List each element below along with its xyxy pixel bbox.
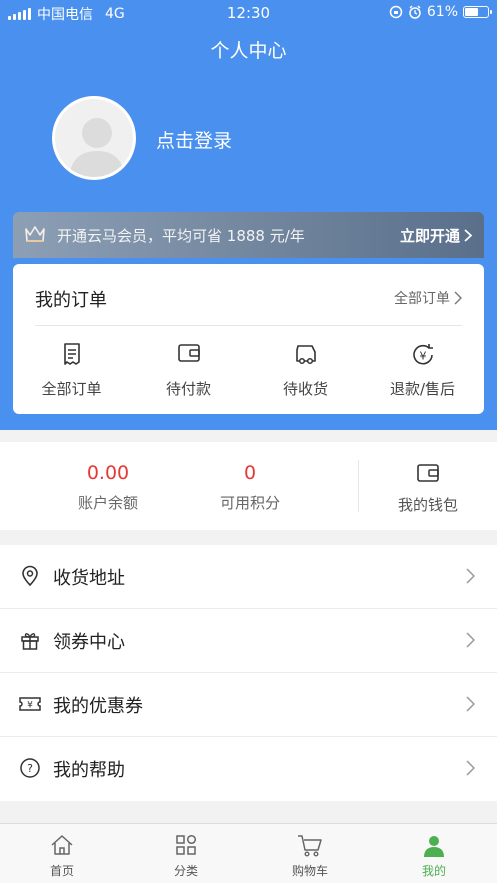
wallet-icon: [177, 344, 200, 362]
menu-list: 收货地址 领券中心 ¥ 我的优惠券 ? 我的帮助: [0, 545, 497, 801]
menu-item-help[interactable]: ? 我的帮助: [0, 737, 497, 801]
refund-icon: ¥: [412, 344, 433, 365]
order-pending-receipt-label: 待收货: [282, 380, 328, 398]
tab-label: 我的: [421, 864, 446, 878]
chevron-right-icon: [466, 568, 475, 584]
cart-icon: [298, 835, 322, 857]
help-icon: ?: [20, 758, 40, 778]
coupon-icon: ¥: [19, 697, 41, 711]
crown-icon: [25, 226, 45, 242]
vip-activate-label: 立即开通: [399, 227, 460, 245]
available-points[interactable]: 0 可用积分: [190, 462, 310, 513]
login-link[interactable]: 点击登录: [156, 126, 232, 153]
order-all[interactable]: 全部订单: [13, 342, 130, 399]
menu-item-coupon-center[interactable]: 领券中心: [0, 609, 497, 673]
truck-icon: [295, 345, 316, 365]
tab-label: 首页: [49, 864, 74, 878]
account-balance[interactable]: 0.00 账户余额: [48, 462, 168, 513]
gift-icon: [21, 633, 39, 650]
balance-label: 账户余额: [77, 494, 138, 512]
tab-label: 购物车: [291, 864, 328, 878]
divider: [358, 460, 359, 512]
tab-category[interactable]: 分类: [124, 834, 248, 879]
vip-promo-text: 开通云马会员，平均可省 1888 元/年: [57, 227, 305, 245]
menu-item-label: 领券中心: [53, 632, 125, 653]
page-title: 个人中心: [210, 40, 287, 62]
points-value: 0: [243, 462, 257, 484]
tab-home[interactable]: 首页: [0, 834, 124, 879]
orientation-lock-icon: [389, 5, 403, 19]
menu-item-label: 我的优惠券: [53, 696, 143, 717]
order-pending-payment[interactable]: 待付款: [130, 342, 247, 399]
svg-text:¥: ¥: [27, 701, 33, 711]
alarm-icon: [409, 5, 421, 19]
order-all-label: 全部订单: [41, 380, 102, 398]
wallet-icon: [417, 464, 439, 482]
status-bar: 中国电信 4G 12:30 61%: [0, 0, 497, 26]
chevron-right-icon: [454, 291, 462, 305]
battery-icon: [463, 6, 492, 18]
category-icon: [176, 834, 197, 855]
menu-item-label: 收货地址: [53, 568, 125, 589]
location-pin-icon: [22, 565, 38, 587]
chevron-right-icon: [466, 760, 475, 776]
svg-text:?: ?: [27, 762, 33, 775]
chevron-right-icon: [466, 696, 475, 712]
battery-percent: 61%: [426, 4, 458, 20]
tab-mine[interactable]: 我的: [372, 834, 496, 879]
orders-card: 我的订单 全部订单 全部订单 待付款 待收货 ¥ 退款/售后: [13, 264, 484, 414]
order-refund-label: 退款/售后: [389, 380, 456, 398]
wallet-label: 我的钱包: [397, 496, 458, 514]
order-refund[interactable]: ¥ 退款/售后: [364, 342, 481, 399]
my-wallet[interactable]: 我的钱包: [368, 462, 488, 515]
order-pending-receipt[interactable]: 待收货: [247, 342, 364, 399]
vip-activate-button[interactable]: 立即开通: [400, 225, 472, 246]
tab-label: 分类: [173, 864, 198, 878]
menu-item-label: 我的帮助: [53, 760, 125, 781]
vip-banner[interactable]: 开通云马会员，平均可省 1888 元/年 立即开通: [13, 212, 484, 258]
order-pending-payment-label: 待付款: [165, 380, 211, 398]
chevron-right-icon: [464, 229, 472, 242]
view-all-orders-link[interactable]: 全部订单: [394, 288, 462, 308]
orders-title: 我的订单: [35, 290, 107, 311]
user-icon: [424, 836, 444, 857]
view-all-orders-label: 全部订单: [394, 291, 450, 307]
home-icon: [51, 835, 73, 855]
receipt-icon: [63, 343, 80, 365]
menu-item-address[interactable]: 收货地址: [0, 545, 497, 609]
menu-item-my-coupons[interactable]: ¥ 我的优惠券: [0, 673, 497, 737]
tab-bar: 首页 分类 购物车 我的: [0, 823, 497, 883]
tab-cart[interactable]: 购物车: [248, 834, 372, 879]
svg-text:¥: ¥: [419, 350, 426, 363]
avatar[interactable]: [52, 96, 136, 180]
points-label: 可用积分: [219, 494, 280, 512]
balance-value: 0.00: [86, 462, 130, 484]
divider: [35, 325, 462, 326]
chevron-right-icon: [466, 632, 475, 648]
account-stats: 0.00 账户余额 0 可用积分 我的钱包: [0, 442, 497, 530]
